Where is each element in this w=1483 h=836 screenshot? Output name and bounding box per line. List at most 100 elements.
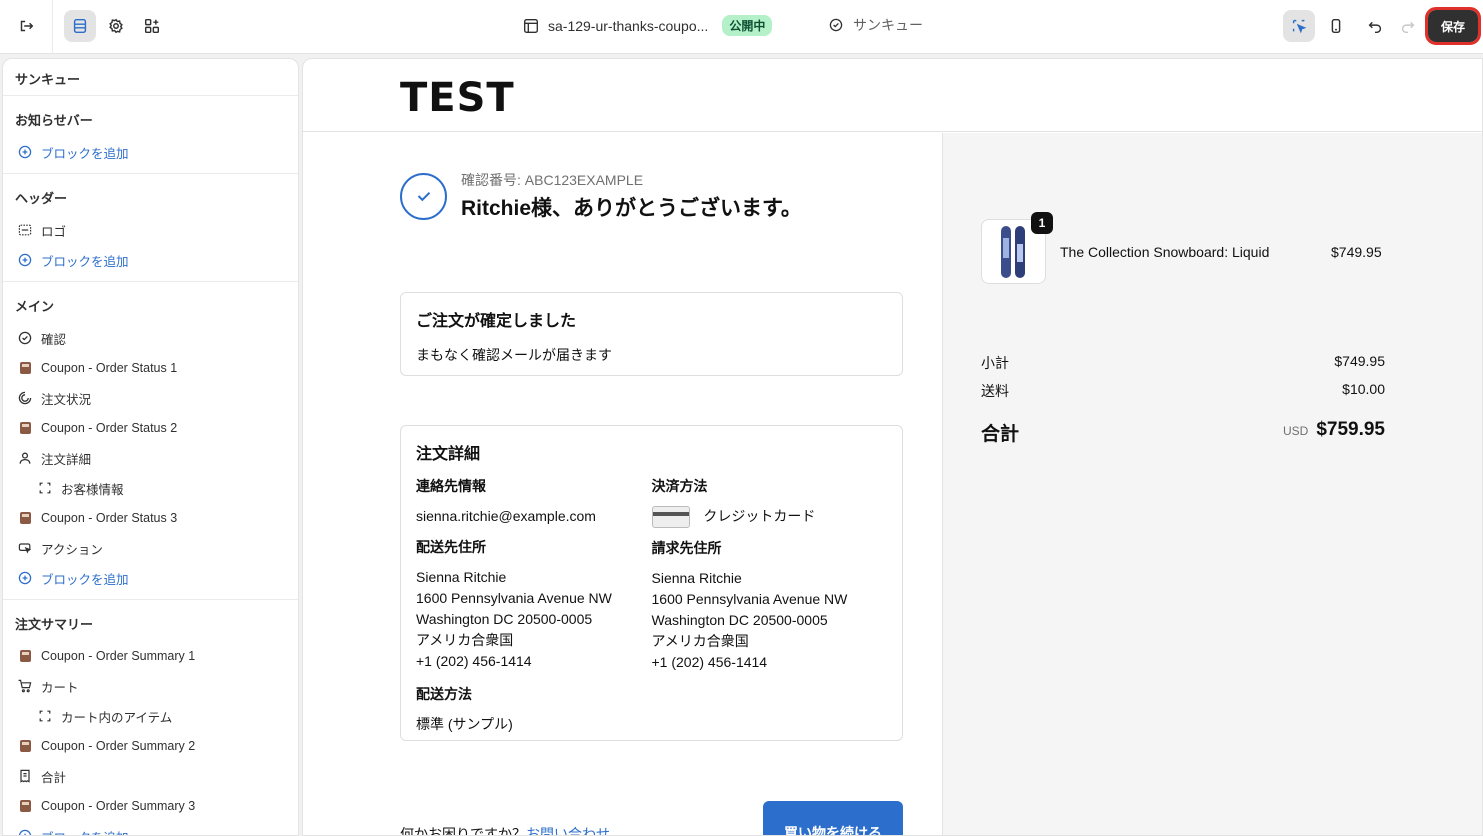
coupon-app-icon xyxy=(17,738,33,754)
inspector-icon[interactable] xyxy=(1283,10,1315,42)
sidebar-item-confirmation[interactable]: 確認 xyxy=(3,323,298,353)
sidebar-item-coupon-summary-2[interactable]: Coupon - Order Summary 2 xyxy=(3,731,298,761)
product-name: The Collection Snowboard: Liquid xyxy=(1060,243,1270,260)
card-subtitle: まもなく確認メールが届きます xyxy=(416,347,612,363)
template-icon xyxy=(524,18,538,33)
shipping-method-label: 配送方法 xyxy=(416,686,472,702)
continue-shopping-button[interactable]: 買い物を続ける xyxy=(763,801,903,835)
cart-icon xyxy=(17,678,33,694)
total-label: 合計 xyxy=(981,424,1020,445)
currency-code: USD xyxy=(1282,424,1309,438)
sidebar-item-cart[interactable]: カート xyxy=(3,671,298,701)
sidebar-item-order-details[interactable]: 注文詳細 xyxy=(3,443,298,473)
total-row: 合計 USD $759.95 xyxy=(981,419,1385,446)
sidebar-item-customer-info[interactable]: お客様情報 xyxy=(3,473,298,503)
plus-circle-icon xyxy=(17,828,33,835)
contact-link[interactable]: お問い合わせ xyxy=(526,826,610,835)
thank-you-heading: Ritchie様、ありがとうございます。 xyxy=(461,197,802,220)
add-block-label: ブロックを追加 xyxy=(41,146,129,161)
sidebar-item-actions[interactable]: アクション xyxy=(3,533,298,563)
sidebar-item-coupon-status-1[interactable]: Coupon - Order Status 1 xyxy=(3,353,298,383)
apps-icon[interactable] xyxy=(136,10,168,42)
sidebar-item-label: お客様情報 xyxy=(61,482,124,497)
total-value: $759.95 xyxy=(1316,419,1385,440)
sidebar-item-label: ロゴ xyxy=(41,224,67,239)
billing-address-line: 1600 Pennsylvania Avenue NW xyxy=(651,591,848,608)
redo-icon[interactable] xyxy=(1392,10,1424,42)
sidebar-item-label: カート内のアイテム xyxy=(61,710,173,725)
billing-address-line: +1 (202) 456-1414 xyxy=(651,654,768,671)
sidebar-item-label: 注文詳細 xyxy=(41,452,92,467)
order-details-card[interactable]: 注文詳細 連絡先情報 sienna.ritchie@example.com 配送… xyxy=(400,425,903,741)
product-thumbnail: 1 xyxy=(981,212,1053,284)
section-header: ヘッダー ロゴ ブロックを追加 xyxy=(3,174,298,282)
sections-icon[interactable] xyxy=(64,10,96,42)
billing-address-line: アメリカ合衆国 xyxy=(651,633,749,650)
plus-circle-icon xyxy=(17,570,33,586)
billing-address-line: Washington DC 20500-0005 xyxy=(651,612,828,629)
check-circle-icon xyxy=(17,330,33,346)
undo-icon[interactable] xyxy=(1359,10,1391,42)
page-title-group[interactable]: sa-129-ur-thanks-coupo... 公開中 xyxy=(522,15,773,36)
shipping-address-line: +1 (202) 456-1414 xyxy=(416,653,532,669)
save-button[interactable]: 保存 xyxy=(1425,7,1481,45)
shipping-label: 送料 xyxy=(981,383,1009,399)
block-icon xyxy=(37,708,53,724)
coupon-app-icon xyxy=(17,420,33,436)
coupon-app-icon xyxy=(17,798,33,814)
section-order-summary: 注文サマリー Coupon - Order Summary 1 カート カート内… xyxy=(3,600,298,835)
order-confirmed-card[interactable]: ご注文が確定しました まもなく確認メールが届きます xyxy=(400,292,903,376)
sidebar-item-totals[interactable]: 合計 xyxy=(3,761,298,791)
sidebar-item-order-status[interactable]: 注文状況 xyxy=(3,383,298,413)
payment-method: クレジットカード xyxy=(703,508,816,524)
quantity-badge: 1 xyxy=(1031,212,1053,234)
add-block-button[interactable]: ブロックを追加 xyxy=(3,245,298,275)
card-title: 注文詳細 xyxy=(416,446,481,463)
add-block-button[interactable]: ブロックを追加 xyxy=(3,137,298,167)
mobile-icon[interactable] xyxy=(1320,10,1352,42)
subtotal-row: 小計 $749.95 xyxy=(981,353,1385,373)
section-heading: お知らせバー xyxy=(15,113,93,128)
add-block-label: ブロックを追加 xyxy=(41,254,129,269)
page-title: sa-129-ur-thanks-coupo... xyxy=(548,17,709,34)
sidebar-item-label: 合計 xyxy=(41,770,67,785)
sidebar-item-label: Coupon - Order Status 1 xyxy=(41,361,178,375)
details-right-column: 決済方法 クレジットカード 請求先住所 Sienna Ritchie 1600 … xyxy=(651,476,888,735)
shipping-address-line: Sienna Ritchie xyxy=(416,569,507,585)
details-left-column: 連絡先情報 sienna.ritchie@example.com 配送先住所 S… xyxy=(416,476,652,735)
sidebar-item-logo[interactable]: ロゴ xyxy=(3,215,298,245)
shipping-address-label: 配送先住所 xyxy=(416,539,486,555)
add-block-button[interactable]: ブロックを追加 xyxy=(3,821,298,835)
contact-email: sienna.ritchie@example.com xyxy=(416,508,596,524)
section-announcement: お知らせバー ブロックを追加 xyxy=(3,96,298,174)
section-main: メイン 確認 Coupon - Order Status 1 注文状況 Coup… xyxy=(3,282,298,600)
add-block-button[interactable]: ブロックを追加 xyxy=(3,563,298,593)
sidebar-item-coupon-status-2[interactable]: Coupon - Order Status 2 xyxy=(3,413,298,443)
page-selector[interactable]: サンキュー xyxy=(828,15,923,35)
sidebar-item-label: カート xyxy=(41,680,79,695)
plus-circle-icon xyxy=(17,252,33,268)
exit-icon[interactable] xyxy=(10,10,42,42)
store-logo[interactable]: TEST xyxy=(400,75,515,121)
sidebar-item-label: Coupon - Order Summary 3 xyxy=(41,799,196,813)
sidebar-item-label: 注文状況 xyxy=(41,392,92,407)
shipping-method: 標準 (サンプル) xyxy=(416,716,513,732)
sidebar-item-label: Coupon - Order Status 3 xyxy=(41,511,178,525)
checkout-preview: TEST 確認番号: ABC123EXAMPLE Ritchie様、ありがとうご… xyxy=(302,58,1483,836)
line-item[interactable]: 1 The Collection Snowboard: Liquid $749.… xyxy=(981,212,1382,284)
sidebar-item-coupon-status-3[interactable]: Coupon - Order Status 3 xyxy=(3,503,298,533)
check-circle-icon xyxy=(829,18,843,32)
shipping-row: 送料 $10.00 xyxy=(981,381,1385,401)
plus-circle-icon xyxy=(17,144,33,160)
contact-label: 連絡先情報 xyxy=(416,478,486,494)
help-text: 何かお困りですか？お問い合わせ xyxy=(400,824,610,835)
sidebar-item-coupon-summary-1[interactable]: Coupon - Order Summary 1 xyxy=(3,641,298,671)
section-heading: メイン xyxy=(15,299,55,314)
sidebar: サンキュー お知らせバー ブロックを追加 ヘッダー ロゴ ブロックを追加 メイン… xyxy=(2,58,299,836)
sidebar-item-cart-items[interactable]: カート内のアイテム xyxy=(3,701,298,731)
gear-icon[interactable] xyxy=(100,10,132,42)
section-heading: ヘッダー xyxy=(15,191,68,206)
confirmation-number: 確認番号: ABC123EXAMPLE xyxy=(461,172,644,188)
sidebar-item-coupon-summary-3[interactable]: Coupon - Order Summary 3 xyxy=(3,791,298,821)
confirmation-block[interactable]: 確認番号: ABC123EXAMPLE Ritchie様、ありがとうございます。 xyxy=(400,170,802,222)
